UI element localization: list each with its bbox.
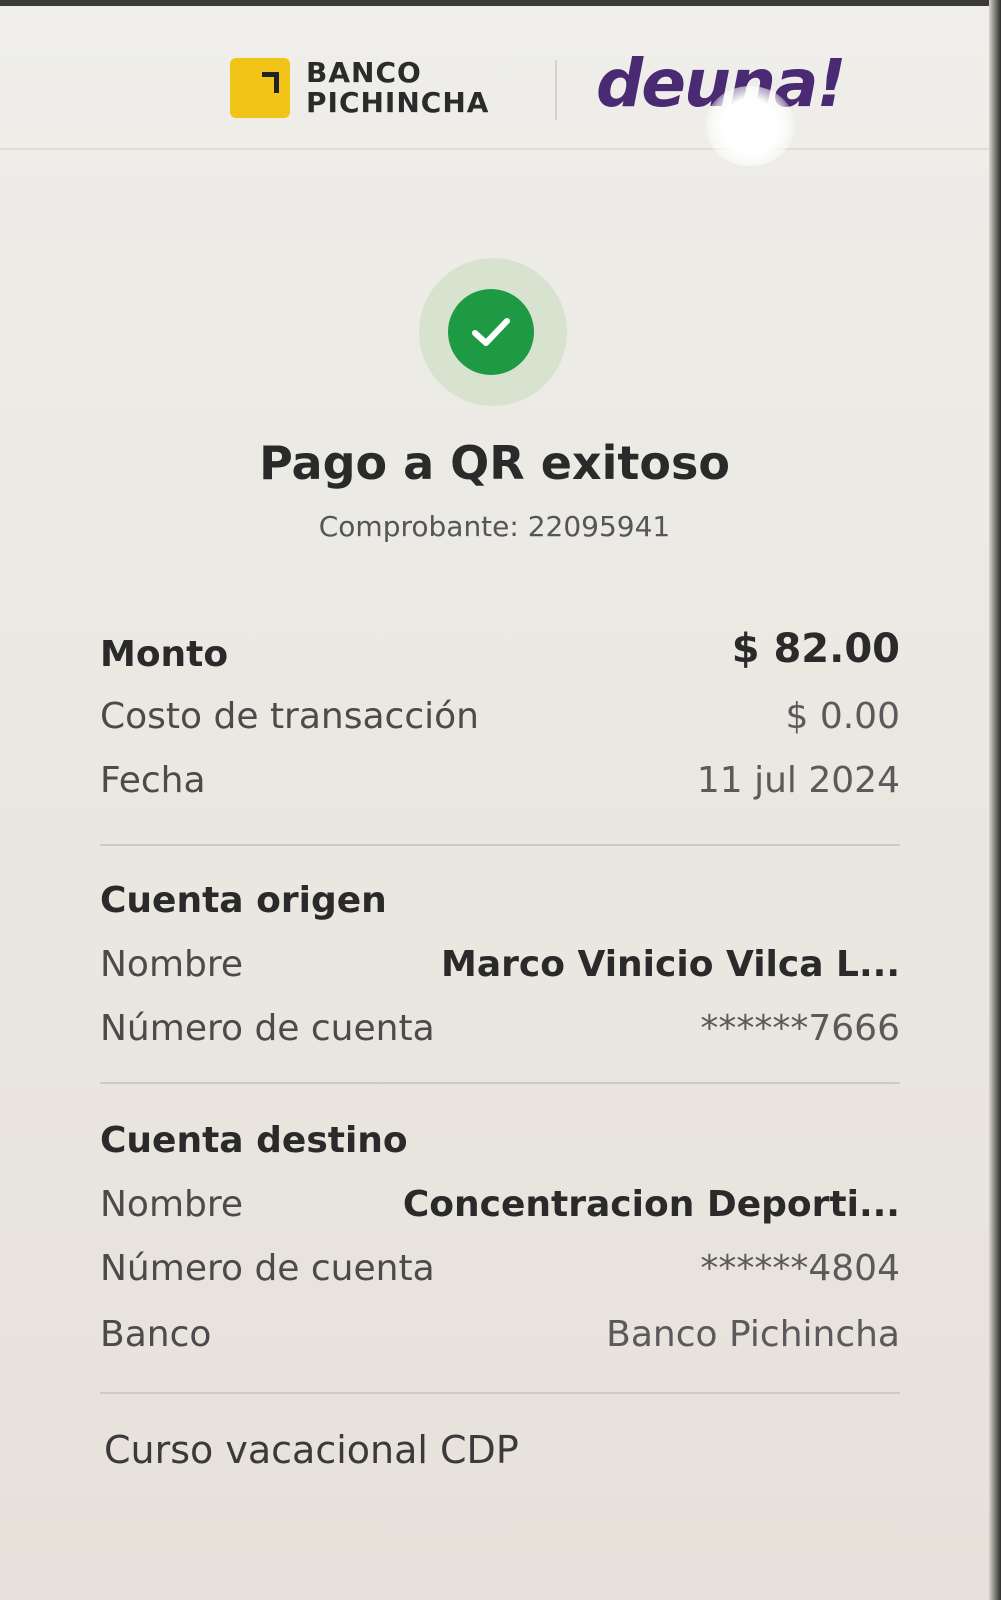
divider bbox=[100, 844, 900, 846]
fee-value: $ 0.00 bbox=[785, 696, 900, 737]
amount-label: Monto bbox=[100, 634, 229, 675]
device-side-edge bbox=[989, 0, 1001, 1600]
destination-bank-value: Banco Pichincha bbox=[606, 1314, 900, 1355]
destination-bank-row: Banco Banco Pichincha bbox=[100, 1314, 900, 1360]
origin-account-value: ******7666 bbox=[700, 1008, 900, 1049]
origin-account-label: Número de cuenta bbox=[100, 1008, 435, 1049]
banco-pichincha-logo-text: BANCO PICHINCHA bbox=[306, 58, 526, 118]
origin-name-label: Nombre bbox=[100, 944, 244, 985]
bank-logo-line1: BANCO bbox=[306, 56, 422, 89]
origin-account-row: Número de cuenta ******7666 bbox=[100, 1008, 900, 1054]
receipt-number: Comprobante: 22095941 bbox=[318, 510, 671, 543]
header-divider bbox=[555, 60, 557, 120]
date-row: Fecha 11 jul 2024 bbox=[100, 760, 900, 806]
amount-row: Monto $ 82.00 bbox=[100, 626, 900, 680]
header: BANCO PICHINCHA deuna! bbox=[0, 8, 989, 166]
fee-label: Costo de transacción bbox=[100, 696, 479, 737]
destination-bank-label: Banco bbox=[100, 1314, 212, 1355]
date-value: 11 jul 2024 bbox=[696, 760, 900, 801]
destination-name-row: Nombre Concentracion Deporti... bbox=[100, 1184, 900, 1230]
date-label: Fecha bbox=[100, 760, 206, 801]
device-top-edge bbox=[0, 0, 1001, 6]
fee-row: Costo de transacción $ 0.00 bbox=[100, 696, 900, 742]
bank-logo-line2: PICHINCHA bbox=[306, 86, 490, 119]
origin-name-value: Marco Vinicio Vilca L... bbox=[441, 944, 900, 985]
origin-name-row: Nombre Marco Vinicio Vilca L... bbox=[100, 944, 900, 990]
banco-pichincha-logo-icon bbox=[230, 58, 290, 118]
page-title: Pago a QR exitoso bbox=[259, 436, 730, 490]
payment-concept: Curso vacacional CDP bbox=[104, 1428, 519, 1472]
origin-section-title: Cuenta origen bbox=[100, 880, 387, 921]
check-circle-icon bbox=[448, 289, 534, 375]
destination-account-row: Número de cuenta ******4804 bbox=[100, 1248, 900, 1294]
divider bbox=[100, 1392, 900, 1394]
destination-account-value: ******4804 bbox=[700, 1248, 900, 1289]
receipt-screen: BANCO PICHINCHA deuna! Pago a QR exitoso… bbox=[0, 0, 1001, 1600]
destination-account-label: Número de cuenta bbox=[100, 1248, 435, 1289]
screen-glare bbox=[705, 86, 795, 166]
divider bbox=[100, 1082, 900, 1084]
amount-value: $ 82.00 bbox=[731, 626, 900, 672]
destination-name-value: Concentracion Deporti... bbox=[402, 1184, 900, 1225]
destination-name-label: Nombre bbox=[100, 1184, 244, 1225]
destination-section-title: Cuenta destino bbox=[100, 1120, 408, 1161]
